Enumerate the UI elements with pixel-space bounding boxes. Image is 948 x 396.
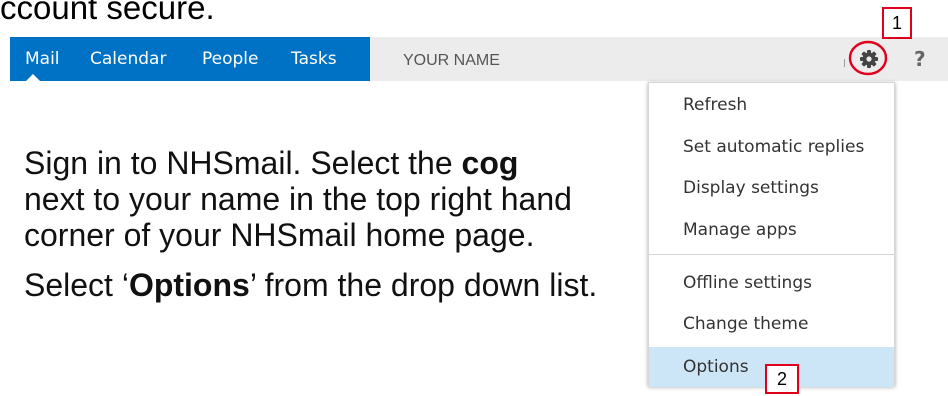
menu-item-refresh[interactable]: Refresh [649, 85, 894, 125]
menu-item-set-automatic-replies[interactable]: Set automatic replies [649, 127, 894, 167]
instruction-text: Select ‘ [24, 267, 129, 303]
callout-number-2: 2 [765, 364, 799, 394]
instructions: Sign in to NHSmail. Select the cog next … [24, 145, 624, 317]
user-name: YOUR NAME [403, 52, 500, 69]
menu-item-change-theme[interactable]: Change theme [649, 304, 894, 344]
settings-dropdown-menu: Refresh Set automatic replies Display se… [648, 82, 895, 387]
settings-button[interactable] [848, 39, 888, 77]
nav-tasks[interactable]: Tasks [291, 37, 337, 81]
instruction-emphasis: cog [461, 145, 519, 181]
nav-people[interactable]: People [202, 37, 258, 81]
instruction-text: next to your name in the top right hand … [24, 181, 572, 253]
instruction-step-2: Select ‘Options’ from the drop down list… [24, 267, 624, 303]
slide: ccount secure. Mail Calendar People Task… [0, 0, 948, 396]
menu-item-display-settings[interactable]: Display settings [649, 168, 894, 208]
instruction-text: Sign in to NHSmail. Select the [24, 145, 462, 181]
instruction-step-1: Sign in to NHSmail. Select the cog next … [24, 145, 624, 253]
help-icon[interactable]: ? [914, 37, 926, 81]
user-bar: YOUR NAME ? [370, 37, 948, 81]
nav-calendar[interactable]: Calendar [90, 37, 166, 81]
menu-item-offline-settings[interactable]: Offline settings [649, 263, 894, 303]
divider [844, 59, 845, 67]
heading-fragment: ccount secure. [0, 0, 215, 26]
app-nav-bar: Mail Calendar People Tasks [10, 37, 370, 81]
instruction-text: ’ from the drop down list. [249, 267, 598, 303]
nav-selected-indicator [26, 74, 40, 81]
gear-icon [848, 40, 888, 76]
menu-item-manage-apps[interactable]: Manage apps [649, 210, 894, 250]
instruction-emphasis: Options [128, 267, 250, 303]
callout-number-1: 1 [882, 7, 912, 39]
menu-divider [649, 254, 894, 255]
